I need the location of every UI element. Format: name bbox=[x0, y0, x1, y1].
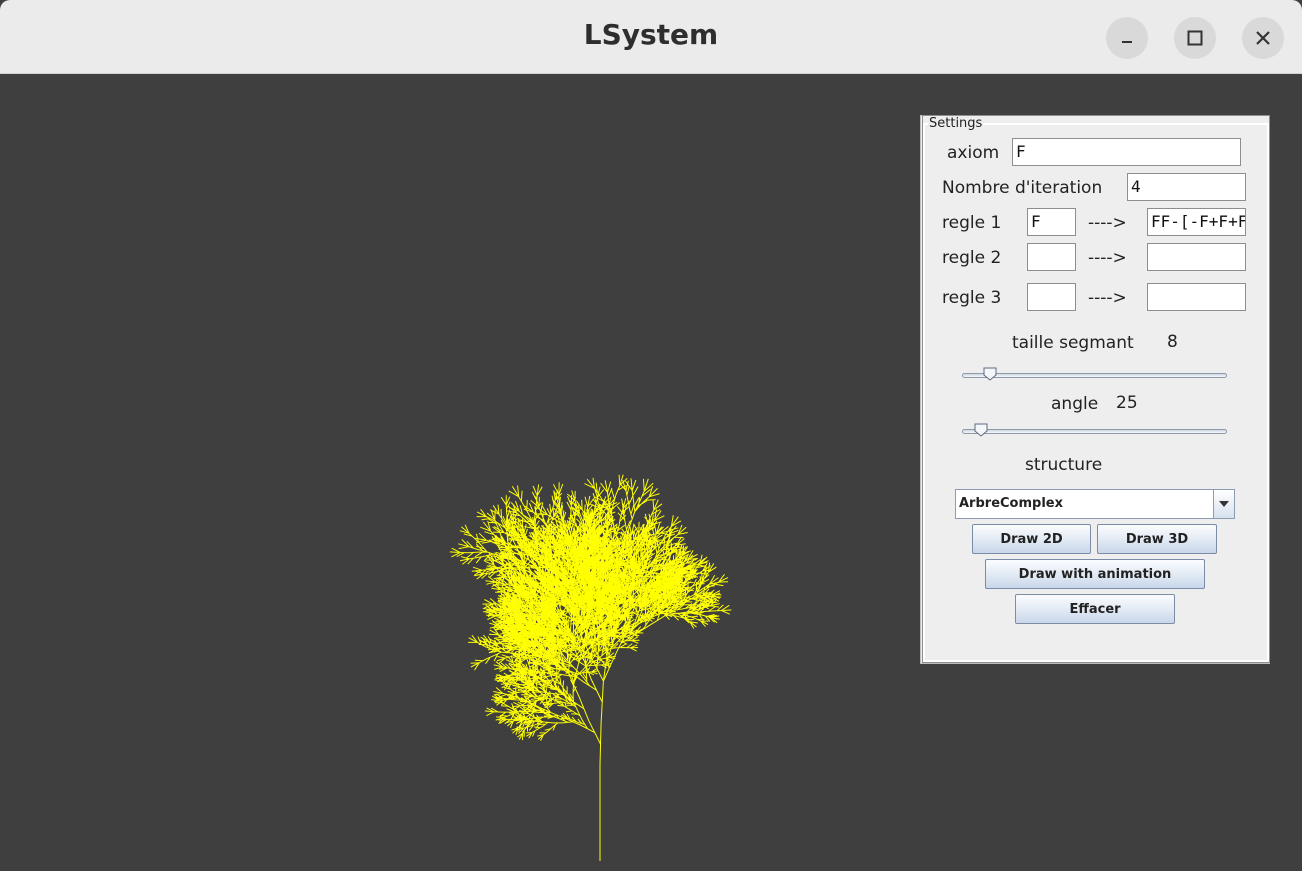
structure-label: structure bbox=[1025, 455, 1103, 475]
settings-panel: Settings axiom F Nombre d'iteration 4 re… bbox=[920, 115, 1270, 664]
angle-slider[interactable] bbox=[962, 429, 1227, 434]
draw-2d-button[interactable]: Draw 2D bbox=[972, 524, 1091, 554]
rule2-label: regle 2 bbox=[942, 248, 1002, 268]
rule1-input[interactable]: F bbox=[1027, 208, 1076, 236]
rule2-arrow: ----> bbox=[1088, 248, 1127, 268]
angle-value: 25 bbox=[1116, 393, 1138, 413]
rule2-output[interactable] bbox=[1147, 243, 1246, 271]
minimize-icon bbox=[1122, 41, 1132, 43]
segment-slider-thumb[interactable] bbox=[983, 367, 997, 381]
rule3-input[interactable] bbox=[1027, 283, 1076, 311]
rule2-input[interactable] bbox=[1027, 243, 1076, 271]
draw-3d-button[interactable]: Draw 3D bbox=[1097, 524, 1217, 554]
maximize-button[interactable] bbox=[1174, 17, 1216, 59]
close-button[interactable] bbox=[1242, 17, 1284, 59]
minimize-button[interactable] bbox=[1106, 17, 1148, 59]
axiom-input[interactable]: F bbox=[1012, 138, 1241, 166]
dropdown-arrow-button[interactable] bbox=[1213, 490, 1234, 518]
segment-value: 8 bbox=[1167, 332, 1178, 352]
rule1-output[interactable]: FF-[-F+F+F bbox=[1147, 208, 1246, 236]
iterations-input[interactable]: 4 bbox=[1127, 173, 1246, 201]
rule3-output[interactable] bbox=[1147, 283, 1246, 311]
draw-animation-button[interactable]: Draw with animation bbox=[985, 559, 1205, 589]
iterations-label: Nombre d'iteration bbox=[942, 178, 1103, 198]
rule3-arrow: ----> bbox=[1088, 288, 1127, 308]
chevron-down-icon bbox=[1219, 501, 1229, 507]
tree-branches bbox=[449, 474, 732, 861]
clear-button[interactable]: Effacer bbox=[1015, 594, 1175, 624]
axiom-label: axiom bbox=[947, 143, 1000, 163]
rule1-label: regle 1 bbox=[942, 213, 1002, 233]
rule1-arrow: ----> bbox=[1088, 213, 1127, 233]
segment-label: taille segmant bbox=[1012, 333, 1134, 353]
rule3-label: regle 3 bbox=[942, 288, 1002, 308]
maximize-icon bbox=[1187, 30, 1203, 46]
lsystem-tree-drawing bbox=[449, 474, 732, 861]
angle-slider-thumb[interactable] bbox=[974, 423, 988, 437]
settings-legend: Settings bbox=[929, 116, 983, 131]
structure-dropdown[interactable]: ArbreComplex bbox=[955, 489, 1235, 519]
close-icon bbox=[1256, 31, 1270, 45]
structure-selected: ArbreComplex bbox=[959, 496, 1063, 511]
title-bar: LSystem bbox=[0, 0, 1302, 74]
angle-label: angle bbox=[1051, 394, 1099, 414]
segment-slider[interactable] bbox=[962, 373, 1227, 378]
